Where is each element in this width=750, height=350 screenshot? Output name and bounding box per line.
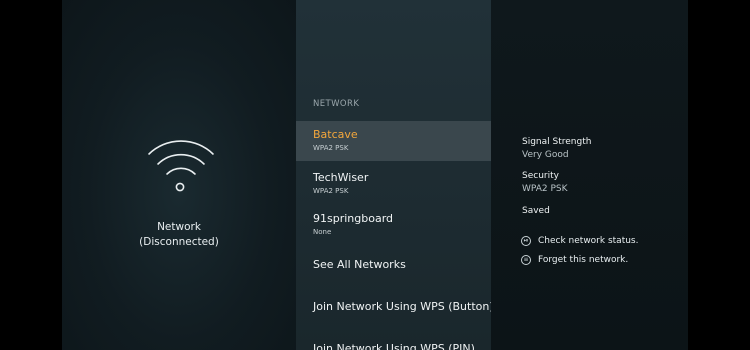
right-letterbox xyxy=(688,0,750,350)
status-title: Network xyxy=(157,221,201,233)
item-label: Join Network Using WPS (Button) xyxy=(313,300,491,313)
join-wps-pin[interactable]: Join Network Using WPS (PIN) xyxy=(296,336,491,350)
item-label: See All Networks xyxy=(313,258,406,271)
saved-status: Saved xyxy=(522,205,550,218)
menu-header: NETWORK xyxy=(313,99,360,109)
action-label: Forget this network. xyxy=(538,255,629,265)
network-security: WPA2 PSK xyxy=(313,144,349,152)
security-info: Security WPA2 PSK xyxy=(522,170,568,196)
see-all-networks[interactable]: See All Networks xyxy=(296,252,491,280)
action-label: Check network status. xyxy=(538,236,639,246)
signal-strength: Signal Strength Very Good xyxy=(522,136,591,162)
network-item-techwiser[interactable]: TechWiser WPA2 PSK xyxy=(296,164,491,204)
signal-value: Very Good xyxy=(522,150,569,160)
menu-icon: ≡ xyxy=(521,255,531,265)
network-security: WPA2 PSK xyxy=(313,187,349,195)
security-value: WPA2 PSK xyxy=(522,184,568,194)
wifi-disconnected-icon xyxy=(148,140,214,192)
network-name: TechWiser xyxy=(313,171,369,184)
play-pause-icon: ⏯ xyxy=(521,236,531,246)
forget-network-action[interactable]: ≡ Forget this network. xyxy=(521,255,628,265)
network-security: None xyxy=(313,228,332,236)
network-item-batcave[interactable]: Batcave WPA2 PSK xyxy=(296,121,491,161)
network-name: 91springboard xyxy=(313,212,394,225)
network-details-pane xyxy=(491,0,688,350)
item-label: Join Network Using WPS (PIN) xyxy=(313,342,475,350)
status-subtitle: (Disconnected) xyxy=(139,236,219,248)
network-item-91springboard[interactable]: 91springboard None xyxy=(296,206,491,246)
saved-label: Saved xyxy=(522,206,550,216)
join-wps-button[interactable]: Join Network Using WPS (Button) xyxy=(296,294,491,322)
network-menu: NETWORK Batcave WPA2 PSK TechWiser WPA2 … xyxy=(296,0,491,350)
network-name: Batcave xyxy=(313,128,358,141)
signal-label: Signal Strength xyxy=(522,137,592,147)
security-label: Security xyxy=(522,171,559,181)
left-letterbox xyxy=(0,0,62,350)
check-network-status-action[interactable]: ⏯ Check network status. xyxy=(521,236,638,246)
network-status-text: Network (Disconnected) xyxy=(62,220,296,250)
